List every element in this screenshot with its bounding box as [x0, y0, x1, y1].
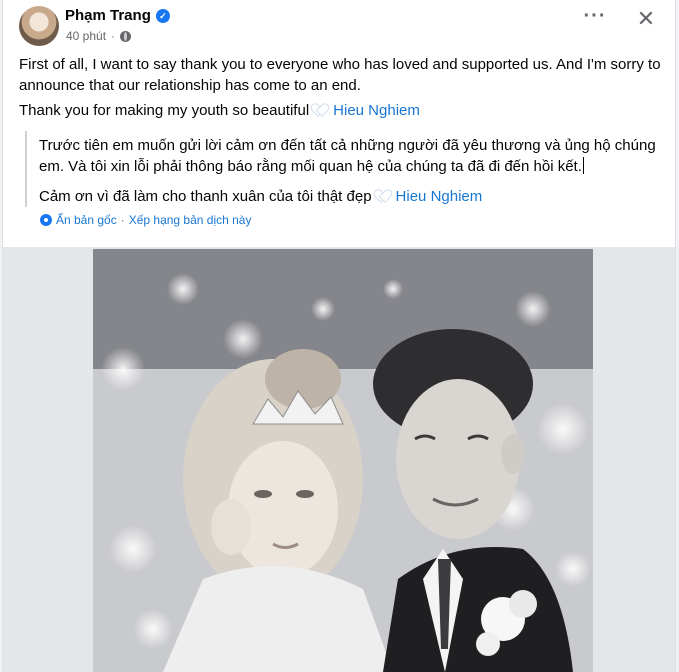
public-globe-icon[interactable] [120, 30, 132, 42]
more-horizontal-icon: ··· [583, 5, 607, 27]
translation-mention-link[interactable]: Hieu Nghiem [396, 188, 483, 205]
close-icon: ✕ [636, 6, 656, 31]
translation-controls: Ẩn bản gốc · Xếp hạng bản dịch này [40, 213, 251, 227]
post-text-english: First of all, I want to say thank you to… [19, 56, 661, 94]
translation-block: Trước tiên em muốn gửi lời cảm ơn đến tấ… [25, 131, 661, 207]
post-meta: 40 phút · [66, 29, 132, 43]
heart-icon [313, 104, 325, 116]
separator-dot: · [120, 213, 125, 227]
rate-translation-link[interactable]: Xếp hạng bản dịch này [129, 213, 252, 227]
post-card: Phạm Trang ✓ 40 phút · ··· ✕ First of al… [2, 0, 676, 672]
hide-original-link[interactable]: Ẩn bản gốc [56, 213, 117, 227]
post-photo[interactable] [93, 249, 593, 672]
post-text-thanks: Thank you for making my youth so beautif… [19, 100, 661, 121]
thanks-text: Thank you for making my youth so beautif… [19, 102, 310, 119]
wedding-photo-illustration [93, 249, 593, 672]
verified-badge-icon: ✓ [155, 8, 170, 23]
translation-text: Trước tiên em muốn gửi lời cảm ơn đến tấ… [39, 137, 656, 175]
translation-thanks: Cảm ơn vì đã làm cho thanh xuân của tôi … [39, 186, 661, 207]
heart-icon [376, 190, 388, 202]
photo-container [3, 247, 675, 672]
author-row: Phạm Trang ✓ [65, 7, 170, 24]
author-avatar[interactable] [19, 6, 59, 46]
separator-dot: · [111, 29, 116, 43]
close-button[interactable]: ✕ [631, 5, 661, 35]
more-options-button[interactable]: ··· [577, 6, 613, 30]
mention-link[interactable]: Hieu Nghiem [333, 102, 420, 119]
post-time[interactable]: 40 phút [66, 29, 106, 43]
translation-paragraph: Trước tiên em muốn gửi lời cảm ơn đến tấ… [39, 131, 661, 177]
translation-thanks-text: Cảm ơn vì đã làm cho thanh xuân của tôi … [39, 188, 372, 205]
author-name[interactable]: Phạm Trang [65, 7, 151, 24]
gear-icon[interactable] [40, 214, 52, 226]
text-cursor [582, 157, 584, 174]
